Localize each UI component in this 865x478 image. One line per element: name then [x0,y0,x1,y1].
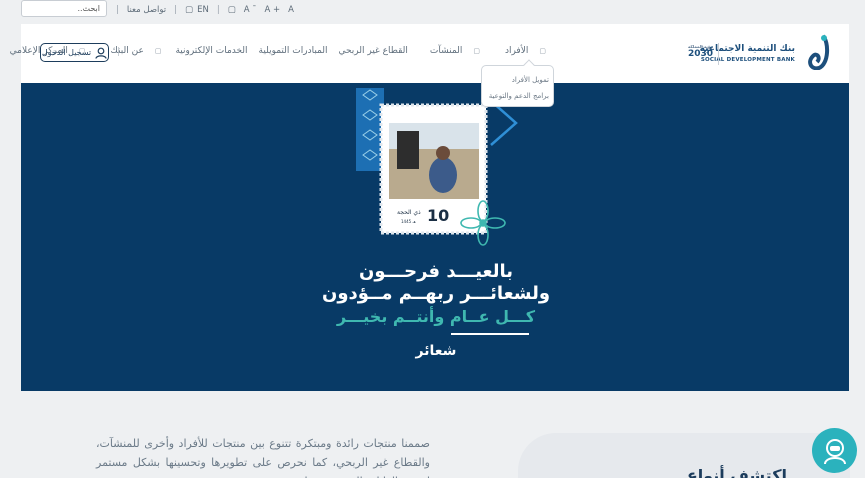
hero-banner[interactable]: 10 ذي الحجة 1445 هـ بالعيـــد فرحـــون و… [21,83,849,391]
font-increase[interactable]: A + [265,5,281,15]
nav-eservices[interactable]: الخدمات الإلكترونية [175,46,247,56]
dropdown-item-financing[interactable]: تمويل الأفراد [486,72,549,88]
font-decrease[interactable]: A ˉ [244,5,257,15]
svg-text:ذي الحجة: ذي الحجة [397,209,421,216]
svg-text:10: 10 [427,206,449,225]
nav-initiatives[interactable]: المبادرات التمويلية [259,46,328,56]
banner-line-2: ولشعائـــر ربهــم مــؤدون [321,283,551,304]
nav-nonprofit[interactable]: القطاع غير الربحي [338,46,407,56]
contact-link[interactable]: تواصل معنا [127,5,166,15]
login-button[interactable]: تسجيل الدخول [40,43,109,62]
language-link[interactable]: EN [197,5,209,15]
chevron-down-icon: ▢ [473,47,480,55]
dropdown-item-support[interactable]: برامج الدعم والتوعية [486,88,549,104]
banner-line-3: كـــل عــام وأنتــم بخيـــر [336,307,536,326]
nav-enterprises[interactable]: المنشآت ▢ [419,46,483,56]
site-header: بنك التنمية الاجتماعية SOCIAL DEVELOPMEN… [10,24,849,83]
vision-logo: رؤية المملكة 2030 [687,44,713,59]
top-bar: ابحث.. | تواصل معنا | ▢ EN | ▢ A ˉ A + A [0,0,865,22]
individuals-dropdown: تمويل الأفراد برامج الدعم والتوعية [481,59,554,107]
products-card-title: اكتشف أنواع [686,466,787,478]
font-reset[interactable]: A [288,5,294,15]
chevron-down-icon: ▢ [539,47,546,55]
products-card [518,433,850,478]
chevron-down-icon: ▢ [154,47,162,55]
bank-logo[interactable]: بنك التنمية الاجتماعية SOCIAL DEVELOPMEN… [671,34,831,70]
stamp-illustration: 10 ذي الحجة 1445 هـ [356,88,518,246]
logo-mark-icon [808,34,830,70]
nav-about[interactable]: عن البنك ▢ [99,46,164,56]
top-links: | تواصل معنا | ▢ EN | ▢ A ˉ A + A [116,5,294,15]
logo-text-ar: بنك التنمية الاجتماعية [699,44,795,54]
search-input[interactable]: ابحث.. [21,0,107,17]
intro-paragraph: صممنا منتجات رائدة ومبتكرة تتنوع بين منت… [96,437,430,478]
banner-line-1: بالعيـــد فرحـــون [359,261,513,282]
accessibility-icon[interactable]: ▢ [228,5,236,15]
user-icon [95,47,107,59]
nav-individuals[interactable]: الأفراد ▢ [494,46,549,56]
chat-assistant-button[interactable] [812,428,857,473]
globe-icon: ▢ [185,5,194,15]
logo-text-en: SOCIAL DEVELOPMENT BANK [700,57,795,63]
shaaer-logo: شعائر [415,343,457,359]
svg-text:1445 هـ: 1445 هـ [401,219,416,224]
assistant-icon [823,438,846,464]
